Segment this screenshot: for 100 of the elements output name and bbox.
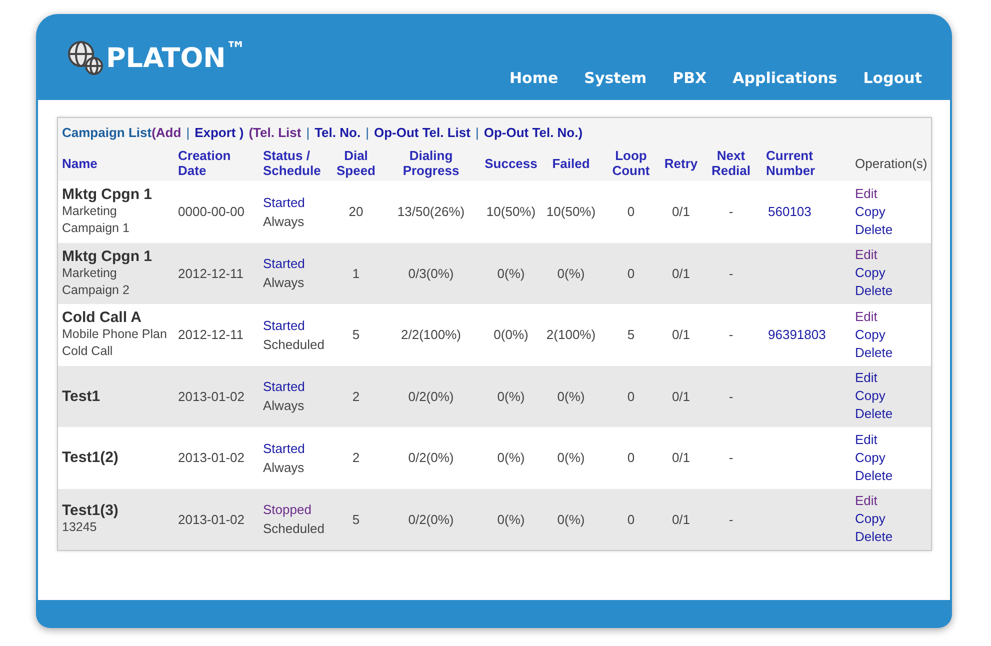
table-cell: 0 — [627, 512, 635, 526]
operation-link[interactable]: Delete — [855, 220, 893, 239]
table-cell: 0(%) — [557, 388, 585, 404]
column-header: Loop Count — [611, 148, 651, 178]
table-cell: 0/2(0%) — [408, 512, 454, 526]
nav-link[interactable]: Applications — [732, 67, 838, 90]
table-cell: 0 — [627, 450, 635, 465]
operation-link[interactable]: Delete — [855, 344, 893, 362]
table-cell: 0(%) — [557, 266, 585, 280]
table-cell: 0(%) — [497, 512, 525, 526]
table-cell: 0/1 — [672, 204, 690, 219]
column-header: Retry — [663, 156, 699, 170]
table-cell: - — [728, 388, 734, 404]
column-header: Operation(s) — [854, 156, 928, 170]
operation-link[interactable]: Delete — [855, 282, 893, 300]
table-cell: 0/1 — [672, 327, 690, 342]
status-text: Started — [263, 316, 306, 335]
campaign-name: Cold Call A — [62, 309, 142, 326]
toolbar-link[interactable]: Op-Out Tel. List — [374, 122, 470, 142]
table-cell: 0(0%) — [494, 327, 528, 342]
table-cell: 0/2(0%) — [408, 450, 454, 465]
nav-link[interactable]: System — [584, 67, 647, 90]
schedule-text: Always — [263, 212, 306, 231]
table-cell: 2(100%) — [546, 327, 596, 342]
table-cell: 2012-12-11 — [178, 266, 244, 280]
status-text: Started — [263, 194, 306, 212]
status-text: Started — [263, 440, 306, 458]
schedule-text: Always — [263, 397, 306, 416]
table-cell: 5 — [627, 327, 635, 342]
table-cell: 10(50%) — [546, 204, 596, 219]
operation-link[interactable]: Delete — [855, 528, 893, 546]
nav-link[interactable]: PBX — [672, 67, 707, 90]
operation-link[interactable]: Edit — [855, 308, 878, 326]
status-text: Started — [263, 255, 306, 274]
column-header: Failed — [551, 156, 591, 170]
operation-link[interactable]: Copy — [855, 387, 886, 406]
operation-link[interactable]: Delete — [855, 405, 893, 424]
toolbar-link[interactable]: (Add — [152, 122, 182, 142]
operation-link[interactable]: Edit — [855, 430, 878, 449]
operation-link[interactable]: Edit — [855, 184, 878, 203]
operation-link[interactable]: Copy — [855, 448, 886, 467]
table-cell: 0(%) — [497, 388, 525, 404]
column-header: Success — [484, 156, 538, 170]
campaign-description: Mobile Phone Plan Cold Call — [62, 326, 168, 360]
table-cell: 2/2(100%) — [401, 327, 461, 342]
separator: | — [306, 124, 310, 142]
operation-link[interactable]: Edit — [855, 246, 878, 264]
table-cell: 0/1 — [672, 450, 690, 465]
table-cell: 2012-12-11 — [178, 327, 244, 342]
status-text: Started — [263, 378, 306, 396]
campaign-name: Mktg Cpgn 1 — [62, 248, 153, 265]
table-cell: 0/1 — [672, 512, 690, 526]
schedule-text: Scheduled — [263, 336, 326, 354]
campaign-description: Marketing Campaign 2 — [62, 264, 130, 299]
campaign-name: Test1(3) — [62, 502, 120, 520]
operation-link[interactable]: Copy — [855, 264, 886, 282]
nav-link[interactable]: Home — [509, 67, 558, 90]
table-cell: - — [728, 450, 734, 465]
table-cell: - — [728, 204, 734, 219]
campaign-name: Test1 — [62, 388, 102, 405]
column-header: Dial Speed — [335, 148, 376, 178]
operation-link[interactable]: Copy — [855, 510, 886, 528]
toolbar-link[interactable]: (Tel. List — [248, 122, 302, 142]
table-cell: 0/3(0%) — [408, 266, 454, 280]
campaign-name: Test1(2) — [62, 449, 120, 466]
operation-link[interactable]: Copy — [855, 202, 886, 221]
operation-link[interactable]: Edit — [855, 492, 878, 510]
column-header: Creation Date — [177, 148, 232, 178]
table-cell: 0/1 — [672, 388, 690, 404]
nav-link[interactable]: Logout — [863, 67, 922, 90]
current-number-link[interactable]: 96391803 — [768, 327, 826, 342]
operation-link[interactable]: Edit — [855, 369, 878, 388]
table-cell: - — [728, 266, 734, 280]
table-cell: 0(%) — [557, 512, 585, 526]
column-header: Name — [61, 156, 98, 170]
table-cell: 0(%) — [497, 450, 525, 465]
schedule-text: Scheduled — [263, 520, 326, 538]
table-cell: 2 — [352, 450, 360, 465]
table-cell: 10(50%) — [486, 204, 536, 219]
current-number-link[interactable]: 560103 — [768, 204, 812, 219]
table-cell: 0000-00-00 — [178, 204, 244, 219]
table-cell: 5 — [352, 327, 360, 342]
operation-link[interactable]: Delete — [855, 466, 893, 485]
toolbar-link[interactable]: Op-Out Tel. No.) — [484, 122, 583, 142]
table-cell: 0(%) — [497, 266, 525, 280]
operation-link[interactable]: Copy — [855, 326, 886, 344]
campaign-description: Marketing Campaign 1 — [62, 203, 130, 238]
table-cell: 5 — [352, 512, 360, 526]
toolbar-link[interactable]: Export ) — [194, 122, 244, 142]
column-header: Dialing Progress — [402, 148, 460, 178]
schedule-text: Always — [263, 274, 306, 292]
table-cell: 0/1 — [672, 266, 690, 280]
toolbar-link[interactable]: Tel. No. — [314, 122, 361, 142]
table-cell: 13/50(26%) — [397, 204, 465, 219]
status-text: Stopped — [263, 501, 312, 520]
table-cell: 0 — [627, 388, 635, 404]
column-header: Next Redial — [710, 148, 752, 178]
table-cell: 0 — [627, 204, 635, 219]
separator: | — [366, 124, 369, 142]
table-cell: 0 — [627, 266, 635, 280]
